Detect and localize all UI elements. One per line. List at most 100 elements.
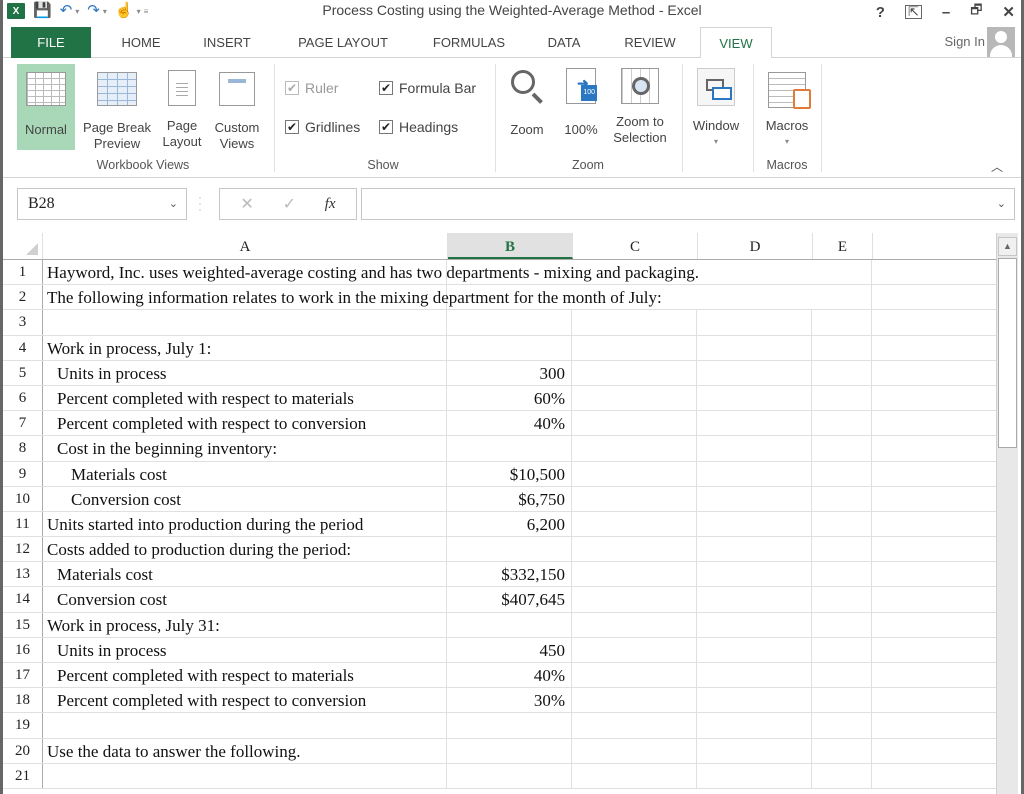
cell-b[interactable] xyxy=(447,763,572,788)
cell-c[interactable] xyxy=(572,562,697,587)
cell-a[interactable]: Percent completed with respect to conver… xyxy=(43,411,447,436)
cell-a[interactable]: Units started into production during the… xyxy=(43,511,447,537)
cell-c[interactable] xyxy=(572,436,697,461)
cell-b[interactable]: $6,750 xyxy=(447,486,572,511)
cell-b[interactable]: 60% xyxy=(447,385,572,411)
cell-d[interactable] xyxy=(697,562,812,587)
row-header[interactable]: 6 xyxy=(3,385,43,411)
cell-d[interactable] xyxy=(697,260,812,284)
column-header-b[interactable]: B xyxy=(448,233,573,259)
cell-f[interactable] xyxy=(872,335,997,360)
cell-e[interactable] xyxy=(812,411,872,436)
cell-d[interactable] xyxy=(697,511,812,537)
cell-b[interactable]: 40% xyxy=(447,411,572,436)
insert-function-icon[interactable]: fx xyxy=(325,196,336,213)
cell-e[interactable] xyxy=(812,285,872,310)
cell-c[interactable] xyxy=(572,310,697,335)
cell-e[interactable] xyxy=(812,335,872,360)
row-header[interactable]: 10 xyxy=(3,486,43,511)
row-header[interactable]: 17 xyxy=(3,663,43,688)
save-icon[interactable]: 💾 xyxy=(33,2,52,20)
cell-e[interactable] xyxy=(812,260,872,285)
cell-a[interactable]: Work in process, July 1: xyxy=(43,335,447,360)
minimize-icon[interactable]: – xyxy=(942,4,950,21)
ruler-checkbox[interactable]: ✔ Ruler xyxy=(285,80,338,96)
close-icon[interactable]: ✕ xyxy=(1002,3,1015,21)
row-header[interactable]: 12 xyxy=(3,537,43,562)
cell-d[interactable] xyxy=(697,612,812,637)
cell-c[interactable] xyxy=(572,360,697,385)
scroll-up-icon[interactable]: ▲ xyxy=(998,237,1017,256)
cell-e[interactable] xyxy=(812,436,872,461)
custom-views-button[interactable]: Custom Views xyxy=(209,64,265,152)
cell-e[interactable] xyxy=(812,385,872,411)
cell-b[interactable] xyxy=(447,713,572,738)
cell-f[interactable] xyxy=(872,310,997,335)
cell-d[interactable] xyxy=(697,436,812,461)
cell-f[interactable] xyxy=(872,763,997,788)
row-header[interactable]: 2 xyxy=(3,285,43,310)
cell-e[interactable] xyxy=(812,562,872,587)
row-header[interactable]: 18 xyxy=(3,688,43,713)
scrollbar-thumb[interactable] xyxy=(998,258,1017,448)
page-break-preview-button[interactable]: Page Break Preview xyxy=(78,64,156,152)
tab-formulas[interactable]: FORMULAS xyxy=(423,27,515,58)
column-header-d[interactable]: D xyxy=(698,233,813,259)
row-header[interactable]: 1 xyxy=(3,260,43,285)
cell-c[interactable] xyxy=(572,385,697,411)
undo-dropdown-icon[interactable]: ▾ xyxy=(75,7,79,16)
column-header-a[interactable]: A xyxy=(43,233,448,259)
name-box-dropdown-icon[interactable]: ⌄ xyxy=(169,197,178,210)
cell-d[interactable] xyxy=(697,713,812,738)
cell-a[interactable]: Units in process xyxy=(43,360,447,385)
select-all-button[interactable] xyxy=(3,233,43,259)
cell-b[interactable]: 6,200 xyxy=(447,511,572,537)
cell-b[interactable]: 40% xyxy=(447,663,572,688)
cell-b[interactable]: $10,500 xyxy=(447,461,572,486)
name-box[interactable]: B28 ⌄ xyxy=(17,188,187,220)
cell-d[interactable] xyxy=(697,285,812,309)
cell-c[interactable] xyxy=(572,663,697,688)
row-header[interactable]: 20 xyxy=(3,738,43,763)
cell-f[interactable] xyxy=(872,260,997,285)
cell-f[interactable] xyxy=(872,612,997,637)
cell-f[interactable] xyxy=(872,511,997,537)
cell-d[interactable] xyxy=(697,663,812,688)
row-header[interactable]: 8 xyxy=(3,436,43,461)
cell-d[interactable] xyxy=(697,587,812,612)
column-header-c[interactable]: C xyxy=(573,233,698,259)
touch-mode-icon[interactable]: ☝ xyxy=(115,2,134,20)
cell-f[interactable] xyxy=(872,385,997,411)
cell-c[interactable] xyxy=(572,411,697,436)
cell-b[interactable] xyxy=(447,537,572,562)
tab-review[interactable]: REVIEW xyxy=(615,27,685,58)
cell-c[interactable] xyxy=(572,738,697,763)
cell-e[interactable] xyxy=(812,738,872,763)
cell-b[interactable] xyxy=(447,436,572,461)
cell-e[interactable] xyxy=(812,310,872,335)
cell-e[interactable] xyxy=(812,763,872,788)
avatar[interactable] xyxy=(987,27,1015,57)
cell-b[interactable]: 450 xyxy=(447,637,572,662)
cell-c[interactable] xyxy=(572,688,697,713)
cancel-entry-icon[interactable]: ✕ xyxy=(240,194,253,214)
cell-f[interactable] xyxy=(872,285,997,310)
cell-d[interactable] xyxy=(697,385,812,411)
gridlines-checkbox[interactable]: ✔ Gridlines xyxy=(285,119,360,135)
cell-c[interactable] xyxy=(572,461,697,486)
row-header[interactable]: 13 xyxy=(3,562,43,587)
cell-a[interactable]: Units in process xyxy=(43,637,447,662)
cell-c[interactable] xyxy=(572,713,697,738)
redo-icon[interactable]: ↷ xyxy=(87,2,100,20)
cell-f[interactable] xyxy=(872,360,997,385)
cell-f[interactable] xyxy=(872,436,997,461)
cell-a[interactable]: Conversion cost xyxy=(43,486,447,511)
vertical-scrollbar[interactable]: ▲ xyxy=(996,233,1018,794)
row-header[interactable]: 3 xyxy=(3,310,43,335)
normal-view-button[interactable]: Normal xyxy=(17,64,75,150)
cell-b[interactable]: 30% xyxy=(447,688,572,713)
cell-a[interactable]: Percent completed with respect to materi… xyxy=(43,663,447,688)
cell-d[interactable] xyxy=(697,763,812,788)
cell-b[interactable]: 300 xyxy=(447,360,572,385)
cell-d[interactable] xyxy=(697,637,812,662)
